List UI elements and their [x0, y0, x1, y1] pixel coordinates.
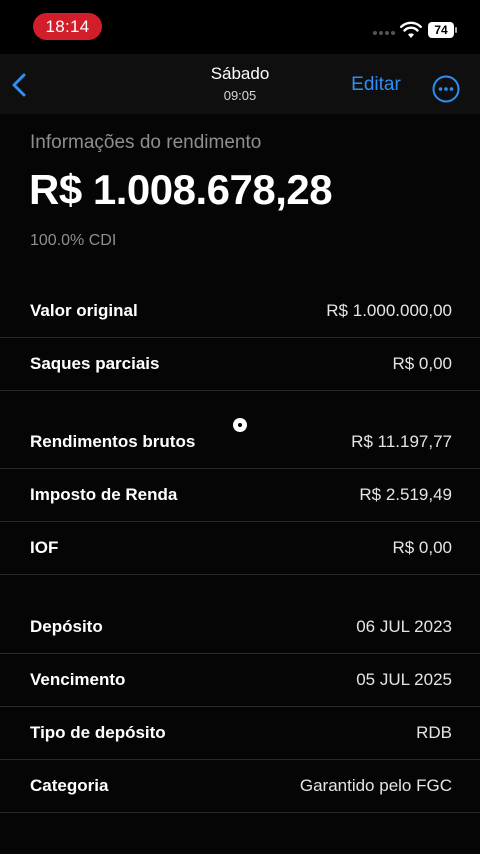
- row-label: IOF: [30, 538, 59, 557]
- row-valor-original: Valor original R$ 1.000.000,00: [0, 286, 480, 338]
- row-value: RDB: [416, 723, 452, 742]
- nav-subtitle: 09:05: [223, 88, 257, 103]
- status-bar: 18:14 74: [0, 0, 480, 54]
- divider: [0, 759, 480, 760]
- row-value: 06 JUL 2023: [356, 617, 452, 636]
- row-label: Rendimentos brutos: [30, 432, 196, 451]
- edit-button[interactable]: Editar: [344, 74, 408, 96]
- row-iof: IOF R$ 0,00: [0, 523, 480, 575]
- nav-title: Sábado: [210, 64, 270, 83]
- row-label: Tipo de depósito: [30, 723, 166, 742]
- row-value: R$ 0,00: [392, 538, 452, 557]
- total-amount: R$ 1.008.678,28: [29, 166, 333, 213]
- row-imposto-de-renda: Imposto de Renda R$ 2.519,49: [0, 470, 480, 522]
- row-label: Saques parciais: [30, 354, 160, 373]
- cellular-signal-icon: [373, 31, 395, 35]
- row-tipo-de-deposito: Tipo de depósito RDB: [0, 708, 480, 760]
- row-saques-parciais: Saques parciais R$ 0,00: [0, 339, 480, 391]
- row-categoria: Categoria Garantido pelo FGC: [0, 761, 480, 813]
- divider: [0, 390, 480, 391]
- divider: [0, 706, 480, 707]
- more-options-icon[interactable]: [431, 74, 461, 104]
- row-label: Vencimento: [30, 670, 126, 689]
- divider: [0, 653, 480, 654]
- touch-indicator: [233, 418, 247, 432]
- row-value: R$ 0,00: [392, 354, 452, 373]
- row-value: Garantido pelo FGC: [299, 776, 452, 795]
- row-label: Imposto de Renda: [30, 485, 178, 504]
- battery-icon: 74: [428, 22, 457, 38]
- row-deposito: Depósito 06 JUL 2023: [0, 602, 480, 654]
- section-label: Informações do rendimento: [30, 132, 262, 153]
- divider: [0, 337, 480, 338]
- divider: [0, 521, 480, 522]
- back-chevron-icon[interactable]: [8, 70, 30, 100]
- divider: [0, 574, 480, 575]
- divider: [0, 468, 480, 469]
- navigation-bar: Sábado 09:05 Editar: [0, 54, 480, 114]
- row-label: Depósito: [30, 617, 103, 636]
- divider: [0, 812, 480, 813]
- row-value: R$ 11.197,77: [351, 432, 452, 451]
- status-time: 18:14: [33, 13, 102, 40]
- wifi-icon: [400, 21, 422, 38]
- row-value: R$ 1.000.000,00: [326, 301, 452, 320]
- battery-level: 74: [428, 22, 454, 38]
- rate-label: 100.0% CDI: [30, 232, 117, 249]
- row-value: R$ 2.519,49: [359, 485, 452, 504]
- row-value: 05 JUL 2025: [356, 670, 452, 689]
- row-label: Categoria: [30, 776, 109, 795]
- row-vencimento: Vencimento 05 JUL 2025: [0, 655, 480, 707]
- row-label: Valor original: [30, 301, 138, 320]
